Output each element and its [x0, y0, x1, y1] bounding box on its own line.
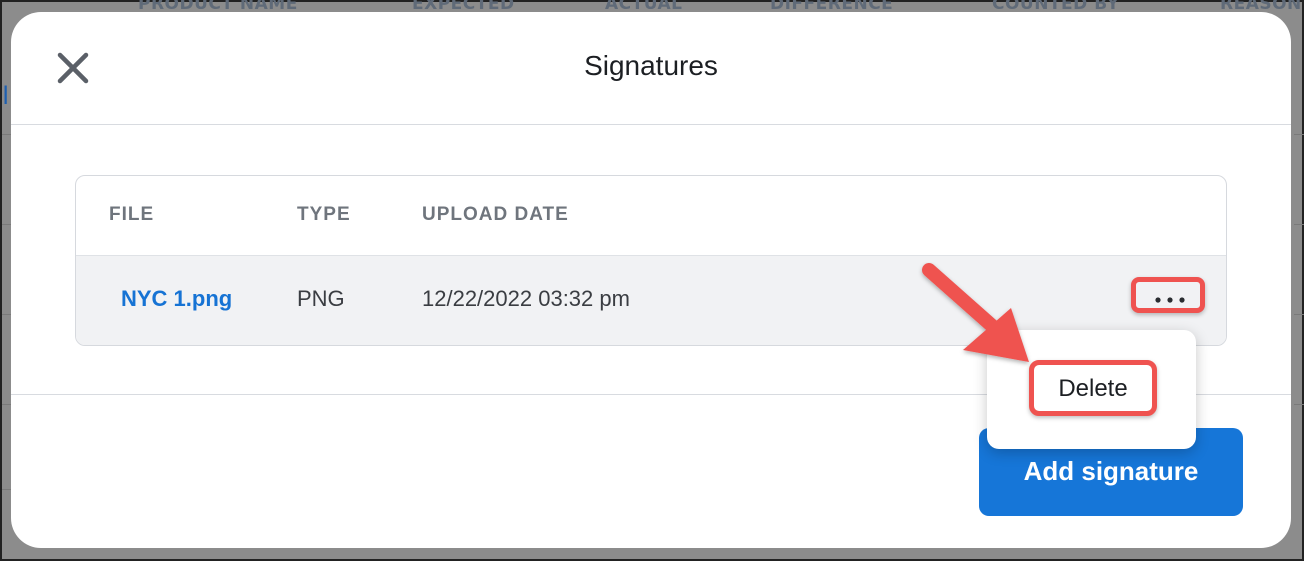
header-divider [11, 124, 1291, 125]
signatures-dialog: Signatures FILE TYPE UPLOAD DATE NYC 1.p… [11, 12, 1291, 548]
column-header-upload-date: UPLOAD DATE [422, 204, 569, 225]
bg-divider [1294, 134, 1304, 135]
row-actions-button[interactable] [1131, 277, 1205, 313]
dialog-title: Signatures [584, 50, 718, 81]
bg-divider [1294, 404, 1304, 405]
bg-divider [1294, 314, 1304, 315]
column-header-type: TYPE [297, 204, 351, 225]
column-header-file: FILE [109, 204, 155, 225]
file-type: PNG [297, 286, 345, 311]
upload-date: 12/22/2022 03:32 pm [422, 286, 630, 311]
bg-row-marker: | [2, 82, 8, 104]
more-horizontal-icon [1155, 297, 1185, 303]
bg-divider [1294, 224, 1304, 225]
annotation-arrow-icon [922, 263, 1029, 362]
add-signature-label: Add signature [1023, 456, 1199, 486]
file-link[interactable]: NYC 1.png [121, 286, 232, 312]
